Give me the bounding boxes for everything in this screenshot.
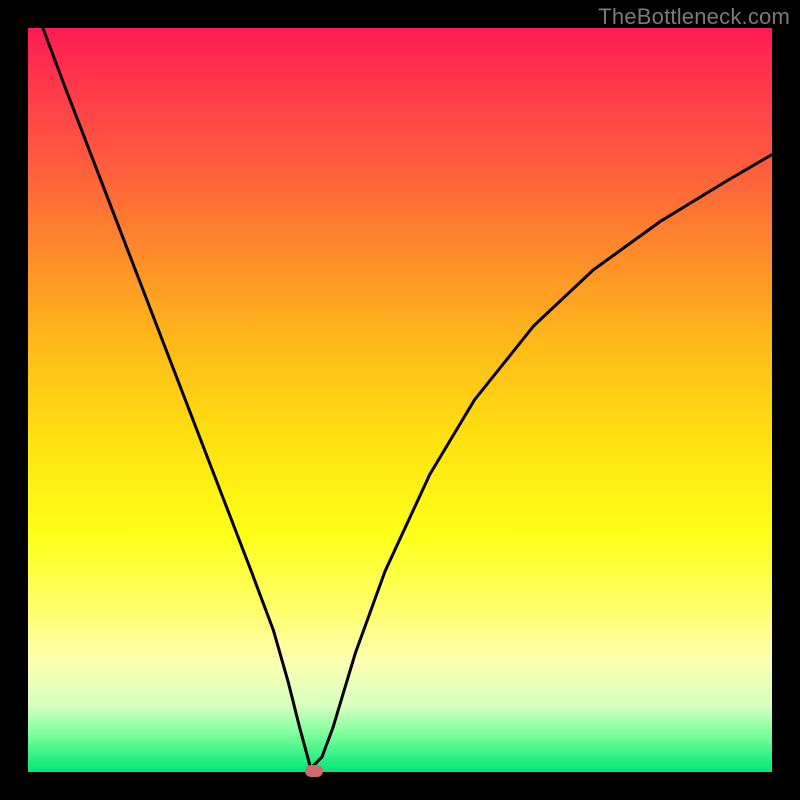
chart-frame: TheBottleneck.com <box>0 0 800 800</box>
curve-svg <box>28 28 772 772</box>
watermark-text: TheBottleneck.com <box>598 4 790 30</box>
bottleneck-curve <box>43 28 772 768</box>
minimum-marker <box>305 765 323 777</box>
